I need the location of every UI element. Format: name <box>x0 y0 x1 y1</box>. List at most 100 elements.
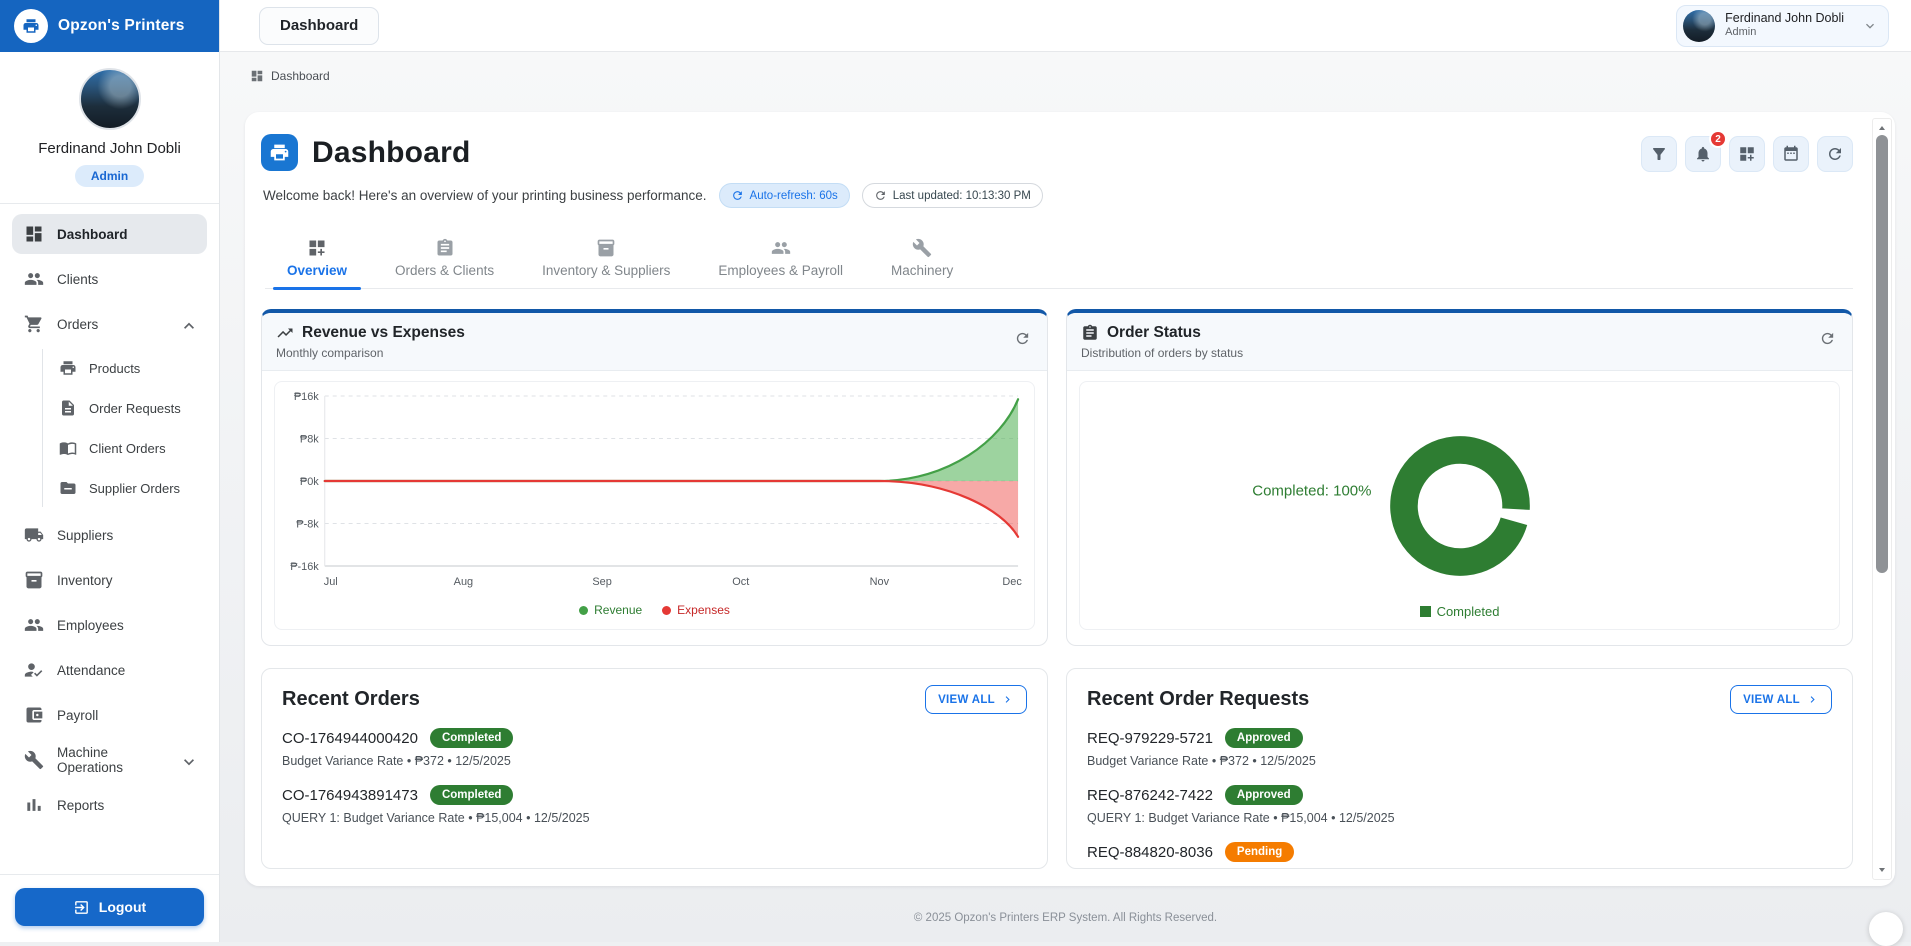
legend-dot <box>662 606 671 615</box>
title-wrap: Dashboard Welcome back! Here's an overvi… <box>261 134 1641 208</box>
tab-machinery[interactable]: Machinery <box>869 232 975 288</box>
user-name: Ferdinand John Dobli <box>1725 11 1844 27</box>
logout-label: Logout <box>99 899 146 915</box>
dashboard-icon <box>24 224 44 244</box>
area-chart-panel: ₱16k₱8k₱0k₱-8k₱-16kJulAugSepOctNovDec Re… <box>274 381 1035 630</box>
logout-button[interactable]: Logout <box>15 888 204 926</box>
tab-inventory-suppliers[interactable]: Inventory & Suppliers <box>520 232 692 288</box>
list-item[interactable]: REQ-979229-5721 Approved Budget Variance… <box>1087 728 1832 768</box>
sidebar-item-suppliers[interactable]: Suppliers <box>12 515 207 555</box>
sidebar-item-inventory[interactable]: Inventory <box>12 560 207 600</box>
widgets-icon <box>1738 145 1756 163</box>
legend-label: Completed <box>1437 604 1500 619</box>
tab-label: Employees & Payroll <box>718 263 843 278</box>
notifications-button[interactable]: 2 <box>1685 136 1721 172</box>
sidebar-item-label: Inventory <box>57 573 195 588</box>
svg-text:Sep: Sep <box>592 576 611 588</box>
item-id: CO-1764944000420 <box>282 730 418 747</box>
item-id: REQ-884820-8036 <box>1087 844 1213 861</box>
sidebar-item-label: Orders <box>57 317 166 332</box>
view-all-requests-button[interactable]: VIEW ALL <box>1730 685 1832 714</box>
status-badge: Completed <box>430 728 513 748</box>
refresh-chart-button[interactable] <box>1009 325 1035 351</box>
tab-bar: Overview Orders & Clients Inventory & Supp… <box>265 232 1853 289</box>
sidebar-item-payroll[interactable]: Payroll <box>12 695 207 735</box>
view-all-label: VIEW ALL <box>1743 694 1800 706</box>
item-detail: QUERY 1: Budget Variance Rate • ₱15,004 … <box>282 811 1027 825</box>
page-subtitle: Welcome back! Here's an overview of your… <box>263 188 707 203</box>
view-all-label: VIEW ALL <box>938 694 995 706</box>
breadcrumb[interactable]: Dashboard <box>220 52 1911 83</box>
people-icon <box>24 615 44 635</box>
printer-icon <box>22 17 40 35</box>
list-item[interactable]: REQ-884820-8036 Pending <box>1087 842 1832 862</box>
filter-button[interactable] <box>1641 136 1677 172</box>
chevron-right-icon <box>1806 693 1819 706</box>
role-badge: Admin <box>75 165 144 187</box>
list-title: Recent Orders <box>282 688 420 711</box>
sidebar-item-employees[interactable]: Employees <box>12 605 207 645</box>
dashboard-card: Dashboard Welcome back! Here's an overvi… <box>245 112 1895 886</box>
sidebar-item-products[interactable]: Products <box>51 349 207 387</box>
sidebar-item-machine-operations[interactable]: Machine Operations <box>12 740 207 780</box>
view-all-orders-button[interactable]: VIEW ALL <box>925 685 1027 714</box>
tab-label: Orders & Clients <box>395 263 494 278</box>
sidebar-item-label: Reports <box>57 798 195 813</box>
card-title: Revenue vs Expenses <box>302 324 465 342</box>
svg-text:₱16k: ₱16k <box>294 391 319 403</box>
sidebar-item-clients[interactable]: Clients <box>12 259 207 299</box>
tab-overview[interactable]: Overview <box>265 232 369 288</box>
list-item[interactable]: REQ-876242-7422 Approved QUERY 1: Budget… <box>1087 785 1832 825</box>
sidebar-item-label: Machine Operations <box>57 745 166 775</box>
widgets-icon <box>307 238 327 258</box>
refresh-chart-button[interactable] <box>1814 325 1840 351</box>
item-detail: QUERY 1: Budget Variance Rate • ₱15,004 … <box>1087 811 1832 825</box>
list-item[interactable]: CO-1764943891473 Completed QUERY 1: Budg… <box>282 785 1027 825</box>
calendar-button[interactable] <box>1773 136 1809 172</box>
legend-label: Revenue <box>594 603 642 617</box>
refresh-button[interactable] <box>1817 136 1853 172</box>
sidebar: Opzon's Printers Ferdinand John Dobli Ad… <box>0 0 220 942</box>
auto-refresh-badge[interactable]: Auto-refresh: 60s <box>719 183 850 208</box>
scrollbar-thumb[interactable] <box>1876 135 1888 573</box>
revenue-expenses-chart: ₱16k₱8k₱0k₱-8k₱-16kJulAugSepOctNovDec <box>279 388 1030 594</box>
person-check-icon <box>24 660 44 680</box>
floating-button[interactable] <box>1869 912 1903 946</box>
scroll-down-arrow[interactable] <box>1873 864 1891 876</box>
scroll-up-arrow[interactable] <box>1873 122 1891 134</box>
widgets-button[interactable] <box>1729 136 1765 172</box>
sidebar-item-reports[interactable]: Reports <box>12 785 207 825</box>
sidebar-item-orders[interactable]: Orders <box>12 304 207 344</box>
sidebar-item-attendance[interactable]: Attendance <box>12 650 207 690</box>
triangle-up-icon <box>1876 122 1888 134</box>
sidebar-item-order-requests[interactable]: Order Requests <box>51 389 207 427</box>
svg-text:Oct: Oct <box>732 576 749 588</box>
sidebar-item-client-orders[interactable]: Client Orders <box>51 429 207 467</box>
sidebar-item-dashboard[interactable]: Dashboard <box>12 214 207 254</box>
topbar-tab-dashboard[interactable]: Dashboard <box>259 7 379 45</box>
legend-item-expenses: Expenses <box>662 603 730 617</box>
page-title-icon <box>261 134 298 171</box>
last-updated-badge: Last updated: 10:13:30 PM <box>862 183 1043 208</box>
sidebar-item-supplier-orders[interactable]: Supplier Orders <box>51 469 207 507</box>
tab-employees-payroll[interactable]: Employees & Payroll <box>696 232 865 288</box>
refresh-icon <box>1014 330 1031 347</box>
status-badge: Approved <box>1225 785 1303 805</box>
list-item[interactable]: CO-1764944000420 Completed Budget Varian… <box>282 728 1027 768</box>
tab-orders-clients[interactable]: Orders & Clients <box>373 232 516 288</box>
legend-item-revenue: Revenue <box>579 603 642 617</box>
brand-name: Opzon's Printers <box>58 17 185 35</box>
clipboard-icon <box>1081 324 1099 342</box>
sidebar-item-label: Clients <box>57 272 195 287</box>
user-menu[interactable]: Ferdinand John Dobli Admin <box>1676 5 1889 47</box>
clipboard-icon <box>435 238 455 258</box>
vertical-scrollbar[interactable] <box>1872 118 1892 880</box>
card-header: Revenue vs Expenses Monthly comparison <box>262 313 1047 371</box>
sidebar-menu: Dashboard Clients Orders ProductsOrder Requ… <box>0 204 219 874</box>
calendar-icon <box>1782 145 1800 163</box>
tab-label: Inventory & Suppliers <box>542 263 670 278</box>
truck-icon <box>24 525 44 545</box>
sidebar-item-label: Attendance <box>57 663 195 678</box>
requests-list: REQ-979229-5721 Approved Budget Variance… <box>1087 728 1832 862</box>
profile-name: Ferdinand John Dobli <box>10 140 209 157</box>
